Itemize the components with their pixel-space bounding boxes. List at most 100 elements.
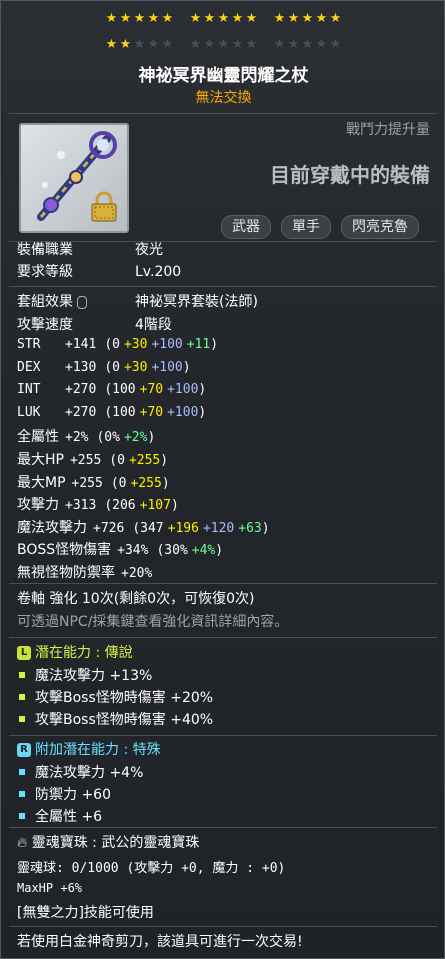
star-empty-icon: ★ xyxy=(189,37,202,52)
set-effect-row[interactable]: 套組效果 神祕冥界套裝(法師) xyxy=(17,291,258,311)
mouse-icon xyxy=(77,295,88,309)
stat-a: +255 xyxy=(128,453,161,468)
stat-a: +70 xyxy=(139,404,164,420)
potential-line: 魔法攻擊力 +13% xyxy=(17,665,152,685)
req-level-value: Lv.200 xyxy=(135,264,182,280)
star-filled-icon: ★ xyxy=(119,11,132,26)
stat-end: ) xyxy=(160,453,169,468)
stat-row: 最大MP +255 (0 +255) xyxy=(17,472,170,492)
star-empty-icon: ★ xyxy=(245,37,258,52)
combat-power-label: 戰鬥力提升量 xyxy=(346,122,430,138)
stat-label: 全屬性 xyxy=(17,429,59,446)
req-job-label: 裝備職業 xyxy=(17,242,73,258)
stat-label: 最大HP xyxy=(17,452,64,468)
star-empty-icon: ★ xyxy=(161,37,174,52)
stat-b: +100 xyxy=(151,337,183,352)
stat-row: DEX +130 (0 +30 +100) xyxy=(17,359,191,375)
soul-title: 靈魂寶珠 : 武公的靈魂寶珠 xyxy=(31,835,200,851)
attack-speed-value: 4階段 xyxy=(135,317,172,333)
stat-label: INT xyxy=(17,382,41,398)
req-level-label: 要求等級 xyxy=(17,264,73,280)
star-filled-icon: ★ xyxy=(133,11,146,26)
stat-end: ) xyxy=(261,520,270,536)
star-filled-icon: ★ xyxy=(273,11,286,26)
stat-row: BOSS怪物傷害 +34% (30% +4%) xyxy=(17,539,223,559)
divider xyxy=(9,113,437,114)
stat-label: LUK xyxy=(17,404,41,420)
stat-row: 魔法攻擊力 +726 (347 +196 +120 +63) xyxy=(17,517,270,537)
star-filled-icon: ★ xyxy=(105,11,118,26)
star-empty-icon: ★ xyxy=(329,37,342,52)
stat-b: +100 xyxy=(167,404,199,420)
req-job-row: 裝備職業 夜光 xyxy=(17,239,163,259)
stat-label: 魔法攻擊力 xyxy=(17,519,87,536)
stat-label: 攻擊力 xyxy=(17,497,59,514)
star-empty-icon: ★ xyxy=(273,37,286,52)
lock-icon xyxy=(91,191,117,222)
star-group: ★ ★ ★ ★ ★ xyxy=(105,37,175,52)
stat-c: +63 xyxy=(238,520,262,536)
stat-label: STR xyxy=(17,337,41,352)
star-empty-icon: ★ xyxy=(203,37,216,52)
divider xyxy=(9,827,437,828)
divider xyxy=(9,637,437,638)
stat-end: ) xyxy=(198,382,207,398)
bullet-icon xyxy=(19,716,25,722)
star-group: ★ ★ ★ ★ ★ xyxy=(105,11,175,26)
attack-speed-label: 攻擊速度 xyxy=(17,317,73,333)
stat-base: (100 xyxy=(104,382,136,398)
bullet-icon xyxy=(19,694,25,700)
stat-total: +2% xyxy=(65,430,89,446)
potential-title: 潛在能力 : 傳說 xyxy=(35,645,133,661)
set-effect-label: 套組效果 xyxy=(17,291,135,311)
potential-line: 攻擊Boss怪物時傷害 +20% xyxy=(17,687,213,707)
stat-c: +4% xyxy=(191,543,216,559)
stat-end: ) xyxy=(147,430,156,446)
stat-base: (0 xyxy=(104,337,120,352)
stat-total: +313 xyxy=(65,498,97,514)
star-filled-icon: ★ xyxy=(147,11,160,26)
bullet-icon xyxy=(19,672,25,678)
potential-text: 魔法攻擊力 +4% xyxy=(35,765,144,781)
star-group: ★ ★ ★ ★ ★ xyxy=(273,37,343,52)
stat-end: ) xyxy=(161,475,170,491)
star-filled-icon: ★ xyxy=(287,11,300,26)
stat-label: 無視怪物防禦率 xyxy=(17,565,115,581)
potential-text: 全屬性 +6 xyxy=(35,809,103,825)
upgrade-hint: 可透過NPC/採集鍵查看強化資訊詳細內容。 xyxy=(17,614,289,630)
star-filled-icon: ★ xyxy=(329,11,342,26)
star-empty-icon: ★ xyxy=(133,37,146,52)
stat-end: ) xyxy=(170,498,179,514)
stat-end: ) xyxy=(182,359,191,375)
stat-total: +726 xyxy=(93,520,125,536)
stat-base: (206 xyxy=(104,498,136,514)
potential-line: 魔法攻擊力 +4% xyxy=(17,762,143,782)
stat-c: +2% xyxy=(123,430,148,446)
star-empty-icon: ★ xyxy=(301,37,314,52)
stat-total: +255 xyxy=(71,475,103,491)
star-group: ★ ★ ★ ★ ★ xyxy=(273,11,343,26)
soul-gauge: 靈魂球: 0/1000 (攻擊力 +0, 魔力 : +0) xyxy=(17,861,286,876)
potential-text: 攻擊Boss怪物時傷害 +40% xyxy=(35,712,214,728)
stat-b: +100 xyxy=(151,359,183,375)
star-filled-icon: ★ xyxy=(119,37,132,52)
stat-base: (100 xyxy=(104,404,136,420)
stat-row: STR +141 (0 +30 +100 +11) xyxy=(17,336,218,352)
star-empty-icon: ★ xyxy=(231,37,244,52)
stat-base: (0% xyxy=(96,430,120,446)
star-empty-icon: ★ xyxy=(217,37,230,52)
potential-line: 全屬性 +6 xyxy=(17,806,102,826)
star-empty-icon: ★ xyxy=(287,37,300,52)
stat-row: LUK +270 (100 +70 +100) xyxy=(17,404,206,420)
stat-total: +270 xyxy=(65,382,97,398)
stat-row: 無視怪物防禦率 +20% xyxy=(17,562,160,582)
tag-weapon: 武器 xyxy=(221,215,271,239)
bonus-potential-title: 附加潛在能力 : 特殊 xyxy=(35,742,161,758)
divider xyxy=(9,286,437,287)
potential-text: 攻擊Boss怪物時傷害 +20% xyxy=(35,690,214,706)
stat-a: +70 xyxy=(139,382,164,398)
stat-label: 最大MP xyxy=(17,474,66,491)
stat-base: (0 xyxy=(104,359,120,375)
stat-total: +141 xyxy=(65,337,97,352)
stat-b: +100 xyxy=(167,382,199,398)
